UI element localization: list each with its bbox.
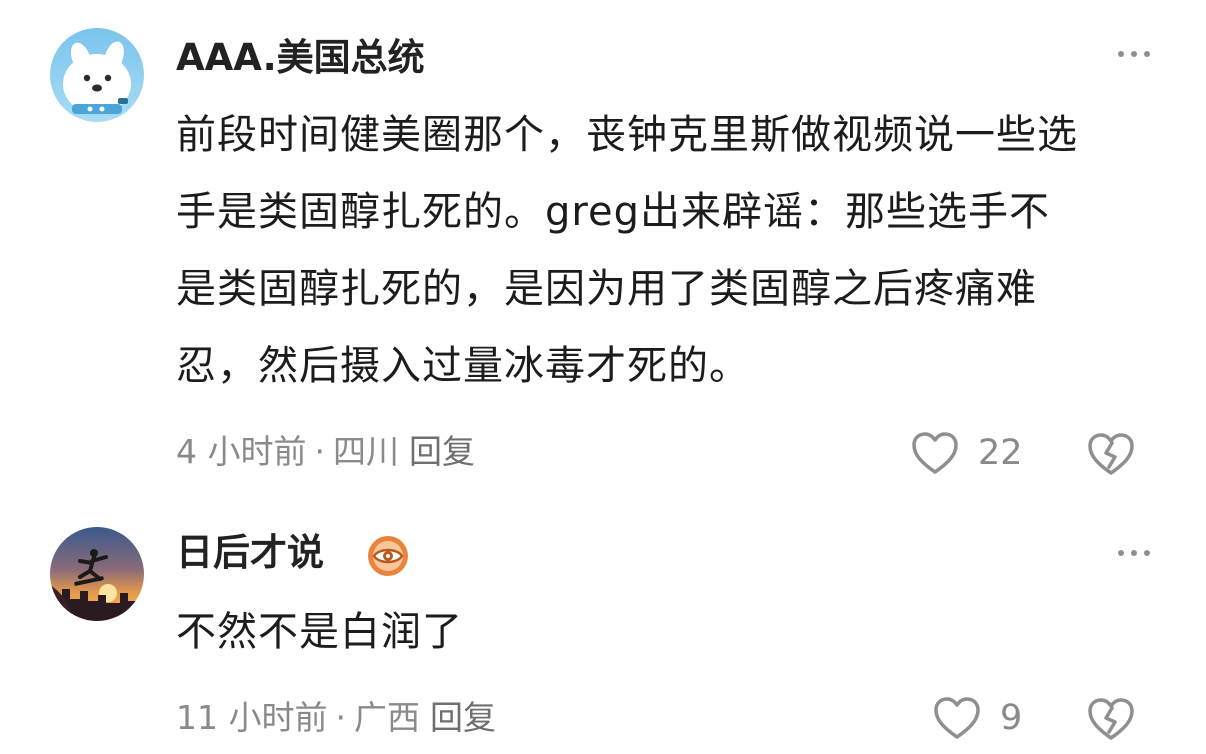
more-options-icon[interactable] bbox=[1114, 47, 1154, 61]
comment-time: 4 小时前 bbox=[176, 432, 307, 471]
like-button[interactable]: 22 bbox=[910, 428, 1023, 478]
like-count: 9 bbox=[1000, 698, 1023, 738]
heart-icon bbox=[912, 432, 958, 474]
cartoon-dog-avatar-icon bbox=[50, 28, 144, 122]
heart-icon bbox=[934, 697, 980, 739]
eye-badge-icon bbox=[366, 534, 410, 578]
avatar[interactable] bbox=[50, 527, 144, 621]
comment-time: 11 小时前 bbox=[176, 698, 328, 737]
dislike-button[interactable] bbox=[1086, 431, 1136, 477]
like-count: 22 bbox=[978, 433, 1023, 473]
reply-button[interactable]: 回复 bbox=[430, 698, 496, 737]
broken-heart-icon bbox=[1088, 433, 1134, 475]
avatar[interactable] bbox=[50, 28, 144, 122]
username[interactable]: AAA.美国总统 bbox=[176, 35, 425, 81]
dislike-button[interactable] bbox=[1086, 696, 1136, 742]
comment-meta: 4 小时前 · 四川 回复 bbox=[176, 430, 475, 474]
skateboarder-sunset-avatar-icon bbox=[50, 527, 144, 621]
comment-item: AAA.美国总统 前段时间健美圈那个，丧钟克里斯做视频说一些选 手是类固醇扎死的… bbox=[0, 0, 1206, 500]
more-options-icon[interactable] bbox=[1114, 546, 1154, 560]
username[interactable]: 日后才说 bbox=[176, 530, 324, 576]
comment-meta: 11 小时前 · 广西 回复 bbox=[176, 696, 496, 740]
comment-location: 四川 bbox=[333, 432, 399, 471]
like-button[interactable]: 9 bbox=[932, 693, 1022, 743]
comment-content: 前段时间健美圈那个，丧钟克里斯做视频说一些选 手是类固醇扎死的。greg出来辟谣… bbox=[176, 112, 1078, 389]
meta-separator: · bbox=[314, 432, 326, 471]
comment-content: 不然不是白润了 bbox=[176, 609, 463, 655]
comment-item: 日后才说 不然不是白润了 11 小时前 · 广西 回复 9 bbox=[0, 500, 1206, 754]
reply-button[interactable]: 回复 bbox=[409, 432, 475, 471]
broken-heart-icon bbox=[1088, 698, 1134, 740]
meta-separator: · bbox=[335, 698, 346, 737]
comment-location: 广西 bbox=[353, 698, 420, 737]
